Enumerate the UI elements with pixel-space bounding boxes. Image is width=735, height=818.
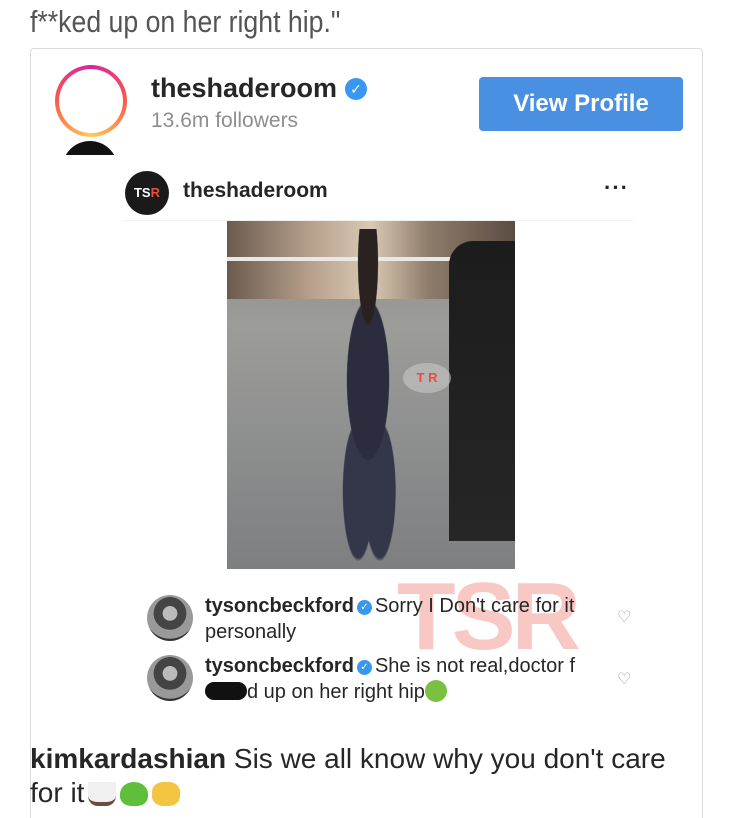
view-profile-button[interactable]: View Profile: [479, 77, 683, 131]
post-photo[interactable]: T R: [227, 221, 515, 569]
verified-badge-icon: ✓: [356, 600, 372, 615]
comment-avatar[interactable]: [147, 655, 193, 701]
profile-username[interactable]: theshaderoom ✓: [151, 73, 368, 104]
tea-cup-icon: [88, 782, 117, 806]
bottom-caption: kimkardashian Sis we all know why you do…: [30, 742, 690, 810]
photo-watermark: T R: [403, 363, 451, 393]
heart-icon[interactable]: ♡: [617, 607, 631, 627]
comment-body-start: She is not real,doctor f: [374, 655, 576, 677]
top-caption: f**ked up on her right hip.": [30, 4, 341, 39]
heart-icon[interactable]: ♡: [617, 669, 631, 689]
comment-text: tysoncbeckford ✓ She is not real,doctor f d…: [205, 653, 605, 705]
comment-body-end: d up on her right hip: [247, 681, 425, 703]
post-avatar[interactable]: TSR: [125, 171, 169, 215]
instagram-embed-card: theshaderoom ✓ 13.6m followers View Profi…: [30, 48, 703, 818]
profile-avatar-shadow: [62, 141, 118, 155]
comment-username[interactable]: tysoncbeckford: [205, 655, 354, 677]
redaction-mark: [205, 682, 247, 700]
nail-polish-icon: [152, 782, 181, 806]
comment-username[interactable]: tysoncbeckford: [205, 595, 354, 617]
post-username[interactable]: theshaderoom: [183, 179, 328, 203]
profile-avatar[interactable]: [55, 65, 127, 137]
frog-icon: [120, 782, 149, 806]
photo-man: [449, 241, 515, 541]
photo-woman: [319, 229, 417, 565]
profile-followers: 13.6m followers: [151, 109, 299, 132]
comment-avatar[interactable]: [147, 595, 193, 641]
comment-text: tysoncbeckford ✓ Sorry I Don't care for it…: [205, 593, 605, 645]
post-avatar-text: TS: [133, 185, 151, 200]
post-avatar-accent: R: [150, 185, 160, 200]
verified-badge-icon: ✓: [356, 660, 372, 675]
profile-username-text[interactable]: theshaderoom: [151, 73, 337, 103]
post-header: TSR theshaderoom ···: [123, 169, 633, 221]
caption-username: kimkardashian: [30, 743, 227, 774]
verified-badge-icon: ✓: [345, 78, 368, 100]
profile-header: theshaderoom ✓ 13.6m followers View Profi…: [31, 49, 702, 159]
more-options-icon[interactable]: ···: [604, 175, 629, 201]
nauseated-face-icon: [424, 680, 447, 702]
